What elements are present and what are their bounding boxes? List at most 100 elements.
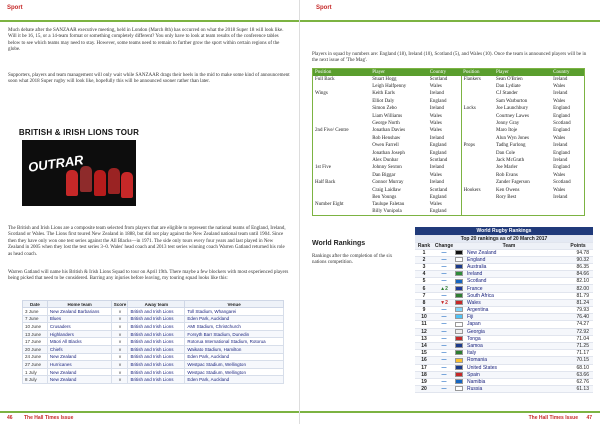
squad-cell: Ken Owens [496, 187, 520, 193]
tour-cell[interactable]: British and Irish Lions [127, 337, 186, 346]
tour-cell[interactable]: Chiefs [46, 344, 113, 354]
ranking-row: 3— Australia 86.35 [415, 263, 593, 272]
tour-cell: v [111, 352, 129, 362]
team-cell[interactable]: Georgia [467, 328, 563, 336]
flag-icon [455, 336, 463, 342]
poster-image: OUTRAR [22, 140, 136, 206]
squad-cell: Taulupe Faletau [372, 202, 405, 208]
squad-cell [313, 149, 371, 156]
team-cell[interactable]: Argentina [467, 306, 563, 315]
lions-tour-poster: BRITISH & IRISH LIONS TOUR OUTRAR [12, 126, 146, 208]
squad-cell: Courtney Lawes [496, 113, 529, 119]
tour-cell[interactable]: Eden Park, Auckland [184, 352, 284, 362]
tour-cell[interactable]: British and Irish Lions [127, 329, 186, 339]
tour-cell[interactable]: British and Irish Lions [127, 352, 186, 362]
right-footer: The Hall Times Issue 47 [300, 411, 600, 424]
tour-cell[interactable]: Māori All Blacks [46, 337, 113, 346]
team-cell[interactable]: England [467, 256, 563, 264]
tour-cell[interactable]: Forsyth Barr Stadium, Dunedin [184, 329, 284, 339]
world-rankings-table: World Rugby Rankings Top 20 rankings as … [415, 227, 593, 394]
team-cell[interactable]: Samoa [467, 342, 563, 351]
squad-cell [461, 127, 494, 134]
tour-cell[interactable]: British and Irish Lions [127, 307, 186, 316]
col-team: Team [455, 242, 563, 250]
team-cell[interactable]: Romania [467, 356, 563, 365]
team-cell[interactable]: Japan [467, 320, 563, 329]
tour-cell: v [111, 322, 129, 331]
tour-cell[interactable]: Eden Park, Auckland [184, 314, 284, 324]
team-cell[interactable]: United States [467, 364, 563, 372]
team-cell[interactable]: Tonga [467, 335, 563, 343]
squad-cell: England [427, 142, 462, 150]
team-cell[interactable]: Fiji [467, 313, 563, 322]
squad-cell: Jack McGrath [496, 157, 525, 163]
team-cell[interactable]: Australia [467, 263, 563, 272]
rank-cell: 17 [415, 364, 433, 372]
squad-cell: Sam Warburton [496, 98, 528, 104]
team-cell[interactable]: Italy [467, 349, 563, 358]
tour-cell[interactable]: British and Irish Lions [127, 360, 186, 369]
points-cell: 71.04 [563, 335, 593, 343]
squad-cell: Ireland [553, 194, 568, 200]
table-row: 27 June Hurricanes v British and Irish Lion… [22, 360, 284, 369]
team-cell[interactable]: Spain [467, 371, 563, 379]
flag-icon [455, 270, 467, 279]
squad-cell [461, 112, 494, 119]
squad-cell: Dan Lydiate [496, 84, 521, 90]
team-cell[interactable]: South Africa [467, 292, 563, 300]
tour-cell[interactable]: Waikato Stadium, Hamilton [184, 344, 284, 354]
tour-cell[interactable]: AMI Stadium, Christchurch [184, 322, 284, 331]
tour-cell[interactable]: British and Irish Lions [127, 344, 186, 354]
col-position: Position [312, 68, 371, 76]
team-cell[interactable]: Ireland [467, 270, 563, 279]
table-row: Alex Dunbar Scotland Jack McGrath Ireland [313, 156, 585, 165]
ranking-row: 13— Tonga 71.04 [415, 335, 593, 343]
tour-cell[interactable]: New Zealand Barbarians [46, 307, 113, 316]
squad-cell: Dan Cole [496, 150, 516, 156]
tour-cell: v [111, 307, 129, 316]
tour-cell: 7 June [22, 314, 48, 324]
team-cell[interactable]: Russia [467, 385, 563, 394]
tour-cell[interactable]: Rotorua International Stadium, Rotorua [184, 337, 284, 346]
tour-cell: 10 June [22, 322, 48, 331]
tour-cell[interactable]: Toll Stadium, Whangarei [184, 307, 284, 316]
tour-cell[interactable]: Hurricanes [46, 360, 113, 369]
ranking-row: 11— Japan 74.27 [415, 320, 593, 329]
team-cell[interactable]: Namibia [467, 378, 563, 387]
player-figure [80, 166, 92, 192]
rankings-note: Rankings after the completion of the six… [312, 254, 393, 266]
squad-cell [551, 209, 584, 216]
squad-cell: England [427, 193, 462, 202]
tour-cell[interactable]: Crusaders [46, 322, 113, 331]
squad-cell [461, 157, 494, 164]
rank-cell: 2 [415, 256, 433, 264]
squad-cell: England [427, 149, 462, 157]
table-row: 10 June Crusaders v British and Irish Lions… [22, 322, 284, 331]
tour-cell[interactable]: New Zealand [46, 367, 113, 377]
tour-cell[interactable]: British and Irish Lions [127, 322, 186, 331]
squad-cell: 1st Five [315, 165, 331, 171]
tour-cell[interactable]: British and Irish Lions [127, 375, 186, 384]
team-cell[interactable]: Scotland [467, 277, 563, 286]
tour-cell[interactable]: Westpac Stadium, Wellington [184, 360, 284, 369]
tour-cell[interactable]: British and Irish Lions [127, 367, 186, 377]
team-cell[interactable]: New Zealand [467, 249, 563, 257]
flag-icon [455, 321, 463, 327]
left-footer: 46 The Hall Times Issue [0, 411, 299, 424]
table-row: Rob Henshaw Ireland Alun Wyn Jones Wales [313, 134, 585, 143]
tour-cell[interactable]: Highlanders [46, 329, 113, 339]
flag-icon [455, 349, 467, 358]
team-cell[interactable]: France [467, 284, 563, 293]
tour-cell[interactable]: Blues [46, 314, 113, 324]
tour-cell[interactable]: New Zealand [46, 375, 113, 384]
table-row: Dan Biggar Wales Rob Evans Wales [313, 171, 585, 179]
flag-icon [455, 335, 467, 343]
tour-cell[interactable]: New Zealand [46, 352, 113, 362]
squad-cell: Billy Vunipola [372, 209, 402, 215]
tour-cell[interactable]: British and Irish Lions [127, 314, 186, 324]
tour-cell[interactable]: Westpac Stadium, Wellington [184, 367, 284, 377]
tour-cell[interactable]: Eden Park, Auckland [184, 375, 284, 384]
team-cell[interactable]: Wales [467, 299, 563, 308]
player-figure [94, 170, 106, 196]
squad-cell: England [553, 106, 570, 112]
